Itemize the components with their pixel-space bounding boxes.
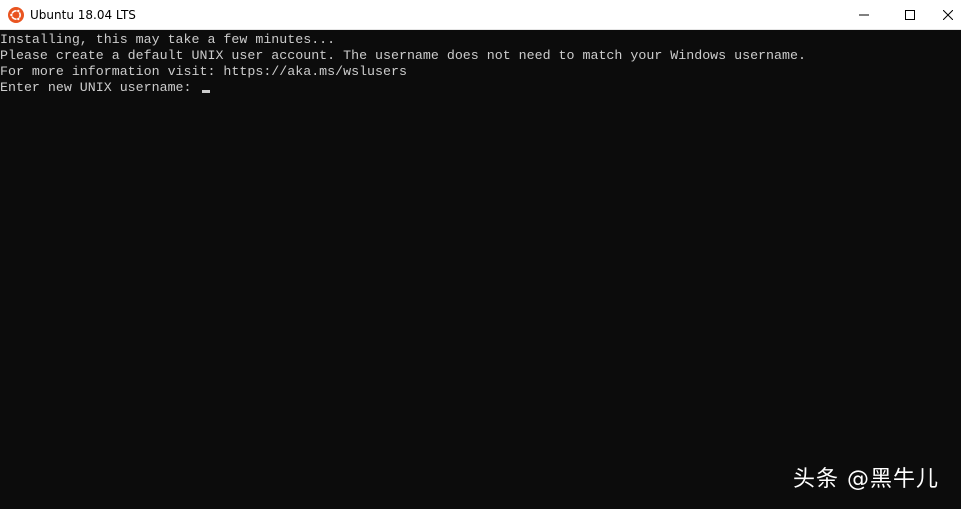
close-button[interactable] <box>933 0 961 30</box>
minimize-icon <box>859 14 869 16</box>
terminal-window: Ubuntu 18.04 LTS Installing, this may ta… <box>0 0 961 509</box>
title-bar[interactable]: Ubuntu 18.04 LTS <box>0 0 961 30</box>
terminal-line: Please create a default UNIX user accoun… <box>0 48 806 63</box>
text-cursor <box>201 90 210 93</box>
terminal-line: Installing, this may take a few minutes.… <box>0 32 336 47</box>
terminal-output[interactable]: Installing, this may take a few minutes.… <box>0 31 961 509</box>
window-title: Ubuntu 18.04 LTS <box>30 8 136 22</box>
terminal-line: For more information visit: https://aka.… <box>0 64 407 79</box>
maximize-button[interactable] <box>887 0 933 30</box>
watermark: 头条 @黑牛儿 <box>793 467 939 492</box>
ubuntu-logo-icon <box>8 7 24 23</box>
minimize-button[interactable] <box>841 0 887 30</box>
maximize-icon <box>905 10 915 20</box>
username-prompt: Enter new UNIX username: <box>0 80 200 95</box>
close-icon <box>943 10 953 20</box>
username-prompt-line[interactable]: Enter new UNIX username: <box>0 80 210 96</box>
